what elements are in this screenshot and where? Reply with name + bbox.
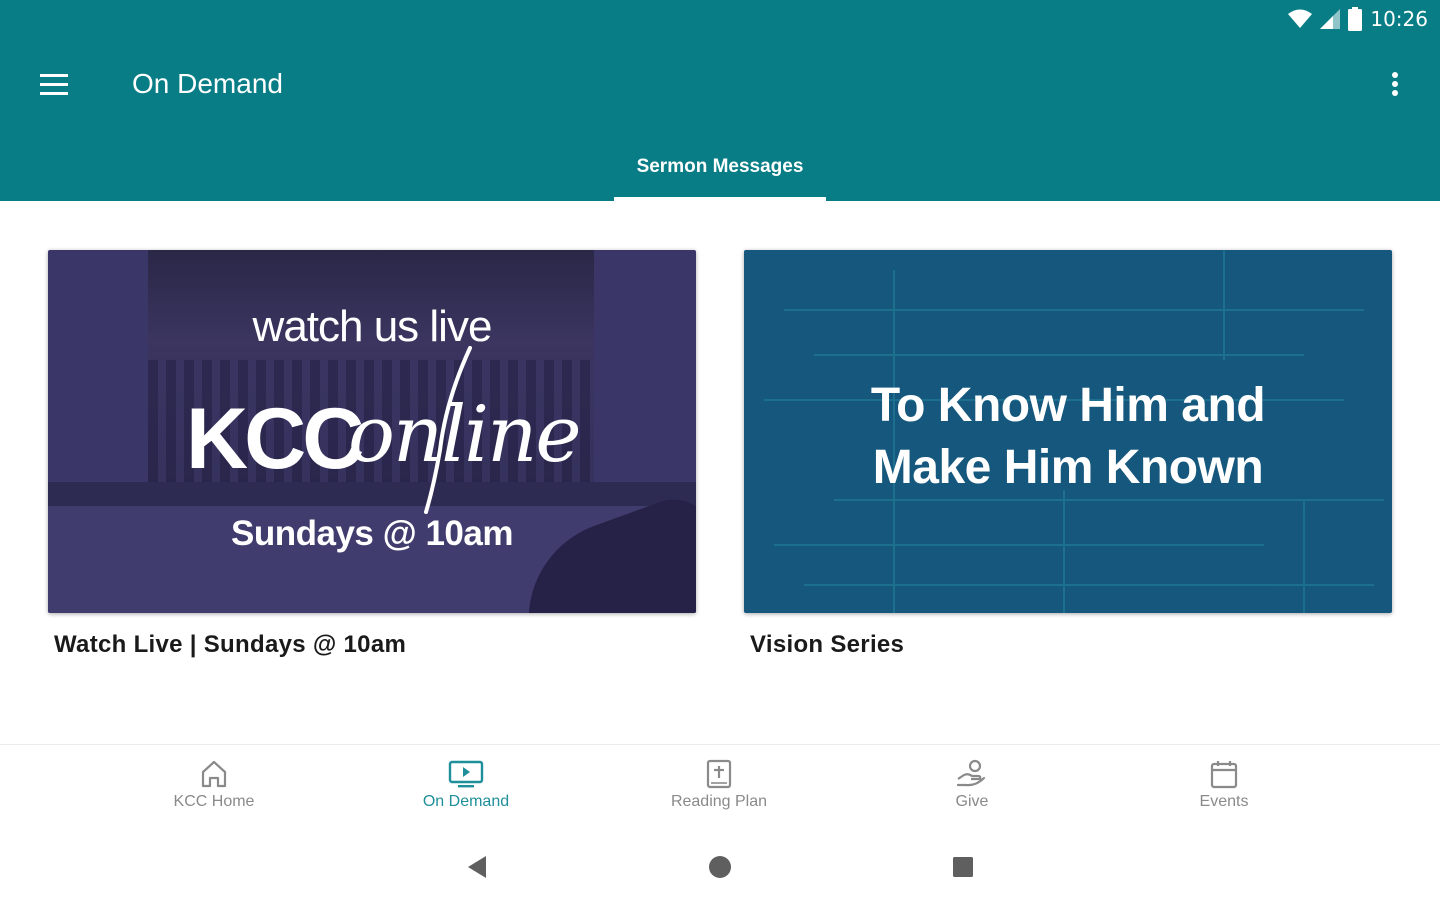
battery-icon	[1348, 7, 1363, 31]
hamburger-menu-icon[interactable]	[38, 70, 70, 100]
bottom-navigation: KCC Home On Demand Reading Plan Give Eve…	[0, 744, 1440, 835]
card-thumbnail-watch-live: watch us live KCC online Sundays @ 10am	[48, 250, 696, 613]
tab-label: Sermon Messages	[636, 156, 804, 177]
nav-item-events[interactable]: Events	[1124, 759, 1324, 811]
nav-label: Events	[1199, 793, 1249, 810]
card-thumbnail-vision-series: To Know Him and Make Him Known	[744, 250, 1392, 613]
thumbnail-vision-line2: Make Him Known	[872, 441, 1264, 494]
nav-label: Give	[955, 793, 989, 810]
nav-item-kcc-home[interactable]: KCC Home	[114, 759, 314, 811]
status-bar: 10:26	[1288, 6, 1428, 32]
card-title: Watch Live | Sundays @ 10am	[54, 631, 407, 658]
cell-signal-icon	[1320, 9, 1341, 29]
tab-indicator	[614, 197, 826, 201]
nav-label: Reading Plan	[670, 793, 768, 810]
online-script-stroke	[424, 346, 472, 514]
card-title: Vision Series	[750, 631, 905, 658]
bible-icon	[706, 759, 732, 789]
tab-sermon-messages[interactable]: Sermon Messages	[614, 150, 826, 201]
card-watch-live[interactable]: watch us live KCC online Sundays @ 10am …	[48, 250, 696, 659]
tv-play-icon	[448, 760, 484, 788]
app-bar: 10:26 On Demand Sermon Messages	[0, 0, 1440, 201]
card-vision-series[interactable]: To Know Him and Make Him Known Vision Se…	[744, 250, 1392, 659]
calendar-icon	[1210, 761, 1238, 789]
nav-label: KCC Home	[173, 793, 255, 810]
system-navigation-bar	[0, 834, 1440, 900]
home-icon	[201, 760, 227, 788]
recents-square-icon[interactable]	[948, 852, 978, 882]
wifi-icon	[1288, 9, 1313, 29]
give-hand-icon	[956, 759, 986, 787]
nav-item-reading-plan[interactable]: Reading Plan	[619, 759, 819, 811]
clock-time: 10:26	[1370, 7, 1428, 31]
page-title: On Demand	[132, 68, 283, 99]
nav-item-on-demand[interactable]: On Demand	[366, 759, 566, 811]
home-circle-icon[interactable]	[705, 852, 735, 882]
nav-item-give[interactable]: Give	[872, 759, 1072, 811]
thumbnail-sundays-time: Sundays @ 10am	[231, 514, 513, 553]
more-vert-icon[interactable]	[1380, 70, 1410, 100]
thumbnail-vision-line1: To Know Him and	[870, 379, 1266, 432]
back-icon[interactable]	[462, 852, 492, 882]
nav-label: On Demand	[422, 793, 510, 810]
